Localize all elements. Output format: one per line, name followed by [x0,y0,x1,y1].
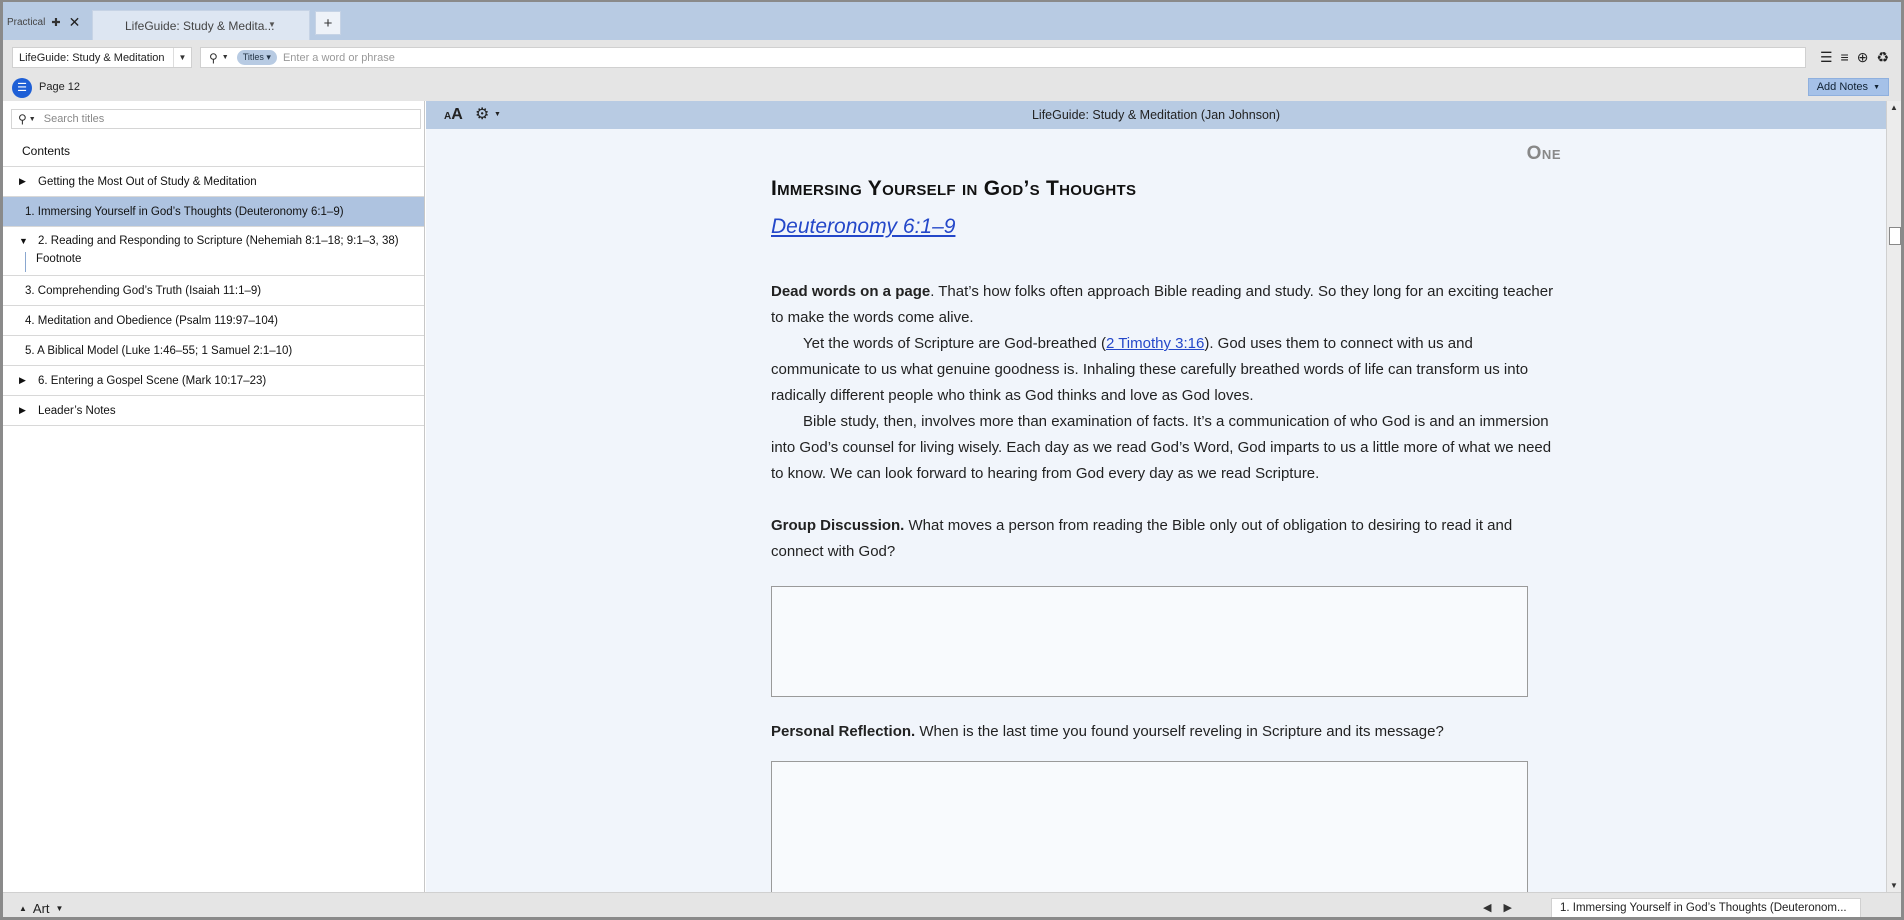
title-search-placeholder: Search titles [43,113,105,125]
toc-item[interactable]: ▶ 6. Entering a Gospel Scene (Mark 10:17… [3,365,424,395]
search-placeholder: Enter a word or phrase [282,51,395,64]
lead-phrase: Dead words on a page [771,283,931,300]
question-text: When is the last time you found yourself… [915,723,1444,740]
vertical-scrollbar[interactable]: ▲ ▼ [1886,101,1901,892]
reflection-question: Personal Reflection. When is the last ti… [771,719,1561,745]
expand-icon[interactable]: ▶ [19,405,26,416]
toc-item-label: Getting the Most Out of Study & Meditati… [38,175,257,188]
list-icon[interactable]: ☰ [12,78,32,98]
toolbar-icons: ☰ ≡ ⊕ ♻ [1820,49,1889,66]
toc-item-label: 5. A Biblical Model (Luke 1:46–55; 1 Sam… [25,344,293,357]
toc-item-label: 1. Immersing Yourself in God’s Thoughts … [25,205,344,218]
chevron-down-icon[interactable]: ▼ [222,54,229,61]
workspace-tab[interactable]: Practical ✚ ✕ [7,10,80,34]
toc-item[interactable]: 5. A Biblical Model (Luke 1:46–55; 1 Sam… [3,335,424,365]
search-icon[interactable]: ⚲ [18,112,27,126]
resource-selector[interactable]: LifeGuide: Study & Meditation ▼ [12,47,192,68]
chapter-number: One [1526,143,1561,164]
reader-panel: AA ⚙ ▼ LifeGuide: Study & Meditation (Ja… [426,101,1886,892]
question-label: Personal Reflection. [771,723,916,740]
expand-icon[interactable]: ▶ [19,375,26,386]
workspace-label: Practical [7,16,46,28]
title-search-input[interactable]: ⚲ ▼ Search titles [11,109,421,129]
location-field[interactable]: 1. Immersing Yourself in God’s Thoughts … [1551,898,1861,917]
book-page: One Immersing Yourself in God’s Thoughts… [771,129,1561,892]
paragraph-text: Yet the words of Scripture are God-breat… [803,335,1106,352]
scripture-link[interactable]: 2 Timothy 3:16 [1106,335,1204,352]
chevron-down-icon: ▼ [55,904,64,913]
history-nav: ◀ ▶ [1483,901,1512,914]
outline-icon[interactable]: ≡ [1841,49,1849,66]
toc-item-selected[interactable]: 1. Immersing Yourself in God’s Thoughts … [3,196,424,226]
reader-title: LifeGuide: Study & Meditation (Jan Johns… [1031,108,1281,122]
toolbar: LifeGuide: Study & Meditation ▼ ⚲ ▼ Titl… [3,40,1901,74]
chevron-up-icon: ▲ [19,904,27,913]
resource-name: LifeGuide: Study & Meditation [19,52,165,64]
page-label: Page 12 [39,81,80,93]
toc-item-label: 4. Meditation and Obedience (Psalm 119:9… [25,314,278,327]
expand-icon[interactable]: ▶ [19,176,26,187]
toc-item[interactable]: ▶ Leader’s Notes [3,395,424,425]
group-discussion-question: Group Discussion. What moves a person fr… [771,513,1561,565]
question-label: Group Discussion. [771,517,905,534]
add-notes-button[interactable]: Add Notes ▼ [1807,78,1889,96]
new-tab-button[interactable]: + [315,11,341,35]
paragraph: Yet the words of Scripture are God-breat… [771,331,1561,409]
toc-item-label: 2. Reading and Responding to Scripture (… [38,235,399,247]
search-input[interactable]: ⚲ ▼ Titles ▾ Enter a word or phrase [200,47,1806,68]
answer-textbox[interactable] [771,761,1528,892]
add-circle-icon[interactable]: ⊕ [1857,49,1869,66]
app-window: Practical ✚ ✕ LifeGuide: Study & Medita.… [0,0,1904,920]
toc-item-label: 6. Entering a Gospel Scene (Mark 10:17–2… [38,374,267,387]
chevron-down-icon[interactable]: ▼ [268,20,276,29]
scroll-down-icon[interactable]: ▼ [1890,881,1898,890]
forward-icon[interactable]: ▶ [1503,901,1511,914]
chevron-down-icon[interactable]: ▼ [29,116,36,123]
back-icon[interactable]: ◀ [1483,901,1491,914]
tree-line [25,252,26,272]
search-scope-pill[interactable]: Titles ▾ [236,50,277,65]
toc-subitem[interactable]: Footnote [3,252,424,275]
status-bar: ▲ Art ▼ ◀ ▶ 1. Immersing Yourself in God… [3,892,1901,917]
reader-header: AA ⚙ ▼ LifeGuide: Study & Meditation (Ja… [426,101,1886,129]
chapter-title: Immersing Yourself in God’s Thoughts [771,177,1137,200]
chevron-down-icon[interactable]: ▼ [173,48,191,67]
sync-icon[interactable]: ♻ [1876,49,1889,66]
tab-bar: Practical ✚ ✕ LifeGuide: Study & Medita.… [3,2,1901,40]
document-tab[interactable]: LifeGuide: Study & Medita... ▼ [92,10,310,40]
toc-item[interactable]: ▶ Getting the Most Out of Study & Medita… [3,166,424,196]
parallel-icon[interactable]: ☰ [1820,49,1833,66]
answer-textbox[interactable] [771,586,1528,697]
scroll-thumb[interactable] [1889,227,1901,245]
paragraph: Dead words on a page. That’s how folks o… [771,279,1561,331]
close-icon[interactable]: ✕ [69,14,81,31]
toc-item[interactable]: 4. Meditation and Obedience (Psalm 119:9… [3,305,424,335]
search-icon[interactable]: ⚲ [209,51,218,65]
table-of-contents: ▶ Getting the Most Out of Study & Medita… [3,166,424,426]
layout-icon[interactable]: ✚ [51,16,60,29]
chevron-down-icon: ▼ [1873,83,1880,91]
art-label: Art [32,901,50,916]
art-button[interactable]: ▲ Art ▼ [19,901,63,916]
scroll-up-icon[interactable]: ▲ [1890,103,1898,112]
contents-heading: Contents [22,144,71,158]
toc-item-label: Leader’s Notes [38,404,116,417]
search-scope-label: Titles [242,52,264,62]
toc-item[interactable]: ▼ 2. Reading and Responding to Scripture… [3,226,424,252]
toc-item[interactable]: 3. Comprehending God’s Truth (Isaiah 11:… [3,275,424,305]
page-bar: ☰ Page 12 Add Notes ▼ [3,74,1901,101]
body-text: Dead words on a page. That’s how folks o… [771,279,1561,565]
paragraph: Bible study, then, involves more than ex… [771,413,1552,482]
add-notes-label: Add Notes [1816,81,1869,93]
toc-item-label: 3. Comprehending God’s Truth (Isaiah 11:… [25,284,262,297]
chapter-reference-link[interactable]: Deuteronomy 6:1–9 [771,215,955,239]
collapse-icon[interactable]: ▼ [19,236,28,246]
contents-sidebar: ⚲ ▼ Search titles Contents ▶ Getting the… [3,101,425,892]
document-tab-label: LifeGuide: Study & Medita... [125,18,275,33]
personal-reflection: Personal Reflection. When is the last ti… [771,719,1561,745]
toc-divider [3,425,424,426]
toc-subitem-label: Footnote [36,253,82,265]
